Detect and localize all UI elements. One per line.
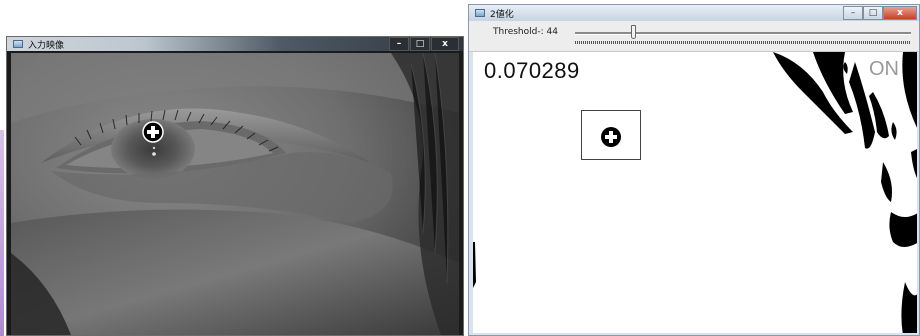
binary-window-title: 2値化: [490, 9, 514, 20]
ratio-value: 0.070289: [484, 58, 580, 83]
input-window-caption-buttons: – □ x: [388, 37, 459, 51]
minimize-button[interactable]: –: [389, 37, 409, 51]
desktop-edge: [0, 130, 4, 336]
crosshair-plus-icon: [142, 121, 164, 143]
binary-frame: [473, 52, 917, 333]
crosshair-plus-icon: [601, 127, 621, 147]
binary-image: 0.070289 ON: [473, 52, 917, 333]
app-window-icon: [13, 40, 23, 48]
minimize-button[interactable]: –: [843, 6, 863, 20]
input-video-window: 入力映像 – □ x: [6, 36, 464, 336]
app-window-icon: [475, 9, 485, 17]
maximize-button[interactable]: □: [410, 37, 430, 51]
binary-window-caption-buttons: – □ x: [843, 6, 917, 20]
close-button[interactable]: x: [431, 37, 459, 51]
threshold-label: Threshold-: 44: [493, 27, 558, 37]
close-button[interactable]: x: [883, 6, 917, 20]
binary-window: 2値化 – □ x Threshold-: 44 0.070289 ON: [468, 4, 920, 336]
trackbar-groove[interactable]: [575, 32, 911, 35]
input-window-title: 入力映像: [28, 40, 65, 51]
eye-camera-frame: [11, 53, 459, 335]
camera-image: [11, 53, 459, 335]
trackbar-thumb[interactable]: [630, 25, 636, 39]
threshold-trackbar: Threshold-: 44: [469, 21, 919, 52]
status-overlay: ON: [869, 58, 899, 80]
trackbar-ticks: [575, 41, 911, 44]
roi-rectangle: [581, 110, 641, 160]
maximize-button[interactable]: □: [863, 6, 883, 20]
